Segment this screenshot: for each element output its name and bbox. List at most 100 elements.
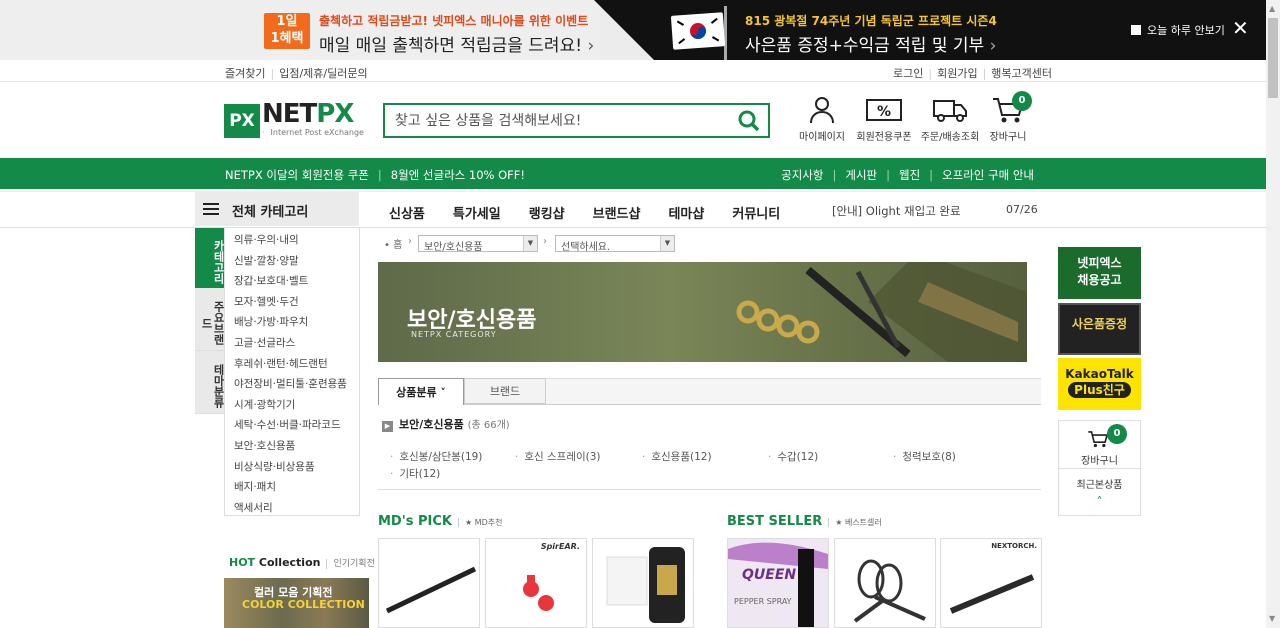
category-item[interactable]: 배지·패치 [225,477,359,498]
category-item[interactable]: 장갑·보호대·벨트 [225,271,359,292]
cs-center-link[interactable]: 행복고객센터 [991,65,1052,81]
subcategory-link[interactable]: 호신봉/삼단봉(19) [390,449,482,464]
site-logo[interactable]: PX NETPX Internet Post eXchange [224,99,364,141]
product-card[interactable] [592,538,694,628]
login-link[interactable]: 로그인 [893,65,923,81]
category-hero: 보안/호신용품 NETPX CATEGORY [378,262,1027,362]
menu-theme[interactable]: 테마샵 [668,207,704,222]
search-input[interactable] [385,105,715,136]
product-card[interactable] [834,538,936,628]
sunglass-promo-link[interactable]: 8월엔 선글라스 10% OFF! [391,168,525,182]
hero-subtitle: NETPX CATEGORY [411,330,497,339]
offline-guide-link[interactable]: 오프라인 구매 안내 [942,168,1034,182]
tab-product-category[interactable]: 상품분류 ˅ [378,378,464,405]
notice-ticker[interactable]: [안내] Olight 재입고 완료 [832,203,961,219]
subcategory-link[interactable]: 기타(12) [390,466,440,481]
menu-new[interactable]: 신상품 [389,207,425,222]
subcategory-link[interactable]: 호신 스프레이(3) [515,449,600,464]
category-item[interactable]: 고글·선글라스 [225,333,359,354]
product-card[interactable] [378,538,480,628]
notice-date: 07/26 [1006,203,1038,216]
bookmark-link[interactable]: 즐겨찾기 [225,65,265,81]
hide-today-toggle[interactable]: 오늘 하루 안보기 [1131,22,1225,38]
one-day-badge: 1일 1혜택 [264,13,310,49]
pepper-spray-image [728,539,828,627]
search-icon[interactable] [738,110,760,132]
category-item[interactable]: 액세서리 [225,498,359,519]
dropdown-icon: ▼ [523,236,537,251]
gift-banner[interactable]: 사은품증정 [1058,303,1141,355]
checkbox[interactable] [1131,25,1141,35]
promo-right-line1: 815 광복절 74주년 기념 독립군 프로젝트 시즌4 [745,14,997,28]
hot-collection-sub: 인기기획전 [326,559,375,569]
product-card[interactable]: QUEEN PEPPER SPRAY [727,538,829,628]
chevron-right-icon: › [587,36,595,56]
recruit-banner[interactable]: 넷피엑스 채용공고 [1058,247,1141,299]
subcategory-link[interactable]: 호신용품(12) [642,449,711,464]
quick-cart-label: 장바구니 [1081,456,1118,467]
order-label: 주문/배송조회 [920,132,980,143]
all-category-button[interactable]: 전체 카테고리 [195,192,359,226]
partner-link[interactable]: 입점/제휴/딜러문의 [279,65,367,81]
product-card[interactable]: NEXTORCH. [940,538,1042,628]
category-item[interactable]: 신발·깔창·양말 [225,251,359,272]
board-link[interactable]: 게시판 [845,168,877,182]
category-item[interactable]: 모자·헬멧·두건 [225,292,359,313]
close-icon[interactable]: ✕ [1232,18,1249,38]
tab-brand[interactable]: 브랜드 [464,378,546,404]
menu-sale[interactable]: 특가세일 [453,207,501,222]
webzine-link[interactable]: 웹진 [899,168,920,182]
mypage-label: 마이페이지 [799,132,845,143]
subcategory-link[interactable]: 청력보호(8) [893,449,956,464]
korean-flag-icon [670,12,726,50]
promo-left-line2: 매일 매일 출첵하면 적립금을 드려요! › [319,31,594,56]
svg-text:%: % [877,104,891,120]
product-card[interactable]: SpirEAR. [485,538,587,628]
scrollbar[interactable]: ▲ ▼ [1266,0,1280,628]
tab-themes[interactable]: 테마분류 [195,351,225,414]
menu-brand[interactable]: 브랜드샵 [593,207,641,222]
tab-brands[interactable]: 주요브랜드 [195,288,225,351]
breadcrumb-home[interactable]: • 홈 [384,236,402,251]
scroll-up-icon[interactable]: ▲ [1269,4,1275,13]
hot-collection-title: HOT Collection 인기기획전 [229,556,375,569]
promo-left[interactable]: 1일 1혜택 출첵하고 적립금받고! 넷피엑스 매니아를 위한 이벤트 매일 매… [0,0,600,60]
mypage-button[interactable]: 마이페이지 [792,96,852,143]
category-select[interactable]: 보안/호신용품 ▼ [418,235,538,253]
coupon-icon: % [866,99,902,121]
category-item[interactable]: 시계·광학기기 [225,395,359,416]
category-item[interactable]: 의류·우의·내의 [225,230,359,251]
menu-ranking[interactable]: 랭킹샵 [529,207,565,222]
hot-collection-banner[interactable]: 컬러 모음 기획전 COLOR COLLECTION [224,578,369,628]
tab-category[interactable]: 카테고리 [195,228,225,288]
order-tracking-button[interactable]: 주문/배송조회 [920,96,980,143]
category-item[interactable]: 후레쉬·랜턴·헤드랜턴 [225,354,359,375]
promo-banner[interactable]: 1일 1혜택 출첵하고 적립금받고! 넷피엑스 매니아를 위한 이벤트 매일 매… [0,0,1266,60]
coupon-button[interactable]: % 회원전용쿠폰 [854,96,914,143]
green-nav-bar: NETPX 이달의 회원전용 쿠폰 | 8월엔 선글라스 10% OFF! 공지사항… [0,158,1266,189]
category-heading: ▶ 보안/호신용품 (총 66개) [382,416,510,432]
scroll-down-icon[interactable]: ▼ [1269,614,1275,623]
join-link[interactable]: 회원가입 [937,65,977,81]
recent-items-label[interactable]: 최근본상품 [1059,476,1140,491]
md-pick-sub: ★ MD추천 [457,518,503,527]
play-arrow-icon: ▶ [382,421,393,432]
search-box [383,103,770,138]
menu-community[interactable]: 커뮤니티 [732,207,780,222]
scroll-thumb[interactable] [1268,18,1278,98]
notice-link[interactable]: 공지사항 [781,168,823,182]
coupon-promo-link[interactable]: NETPX 이달의 회원전용 쿠폰 [225,168,369,182]
category-item[interactable]: 배낭·가방·파우치 [225,312,359,333]
category-item[interactable]: 보안·호신용품 [225,436,359,457]
flag-pole [724,6,727,60]
category-item[interactable]: 야전장비·멀티툴·훈련용품 [225,374,359,395]
scroll-top-icon[interactable]: ˄ [1059,495,1140,509]
category-item[interactable]: 세탁·수선·버클·파라코드 [225,415,359,436]
kakao-plus-banner[interactable]: KakaoTalk Plus친구 [1058,358,1141,410]
cable-tie-image [853,559,926,623]
subcategory-link[interactable]: 수갑(12) [768,449,818,464]
category-item[interactable]: 비상식량·비상용품 [225,457,359,478]
subcategory-select[interactable]: 선택하세요. ▼ [555,235,675,253]
quick-cart[interactable]: 0 장바구니 최근본상품 ˄ [1058,420,1141,516]
breadcrumb-sep: › [408,236,412,247]
